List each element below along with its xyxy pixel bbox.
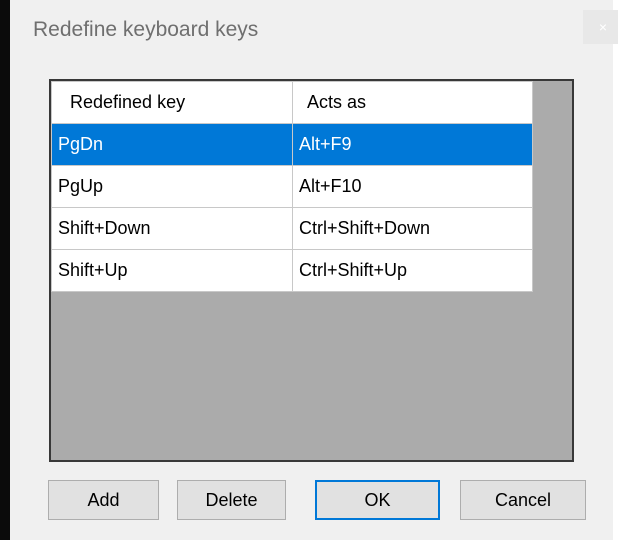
close-icon: × [598,19,608,35]
table-row[interactable]: Shift+Up Ctrl+Shift+Up [51,249,533,292]
column-header-acts-as[interactable]: Acts as [292,81,533,124]
redefined-key-cell: Shift+Up [51,249,293,292]
redefined-key-cell: PgDn [51,123,293,166]
ok-button[interactable]: OK [315,480,440,520]
acts-as-cell: Ctrl+Shift+Down [292,207,533,250]
key-mapping-list[interactable]: Redefined key Acts as PgDn Alt+F9 PgUp A… [49,79,574,462]
dialog-title: Redefine keyboard keys [33,18,259,41]
column-header-redefined-key[interactable]: Redefined key [51,81,293,124]
add-button[interactable]: Add [48,480,159,520]
window-frame-edge [0,0,10,540]
acts-as-cell: Alt+F9 [292,123,533,166]
redefined-key-cell: PgUp [51,165,293,208]
table-row[interactable]: PgDn Alt+F9 [51,123,533,166]
table-row[interactable]: Shift+Down Ctrl+Shift+Down [51,207,533,250]
table-header-row: Redefined key Acts as [51,81,533,124]
cancel-button[interactable]: Cancel [460,480,586,520]
close-button[interactable]: × [583,10,618,44]
delete-button[interactable]: Delete [177,480,286,520]
acts-as-cell: Alt+F10 [292,165,533,208]
redefine-keys-dialog: Redefine keyboard keys × Redefined key A… [10,0,618,540]
acts-as-cell: Ctrl+Shift+Up [292,249,533,292]
redefined-key-cell: Shift+Down [51,207,293,250]
key-mapping-table: Redefined key Acts as PgDn Alt+F9 PgUp A… [51,81,533,292]
table-row[interactable]: PgUp Alt+F10 [51,165,533,208]
